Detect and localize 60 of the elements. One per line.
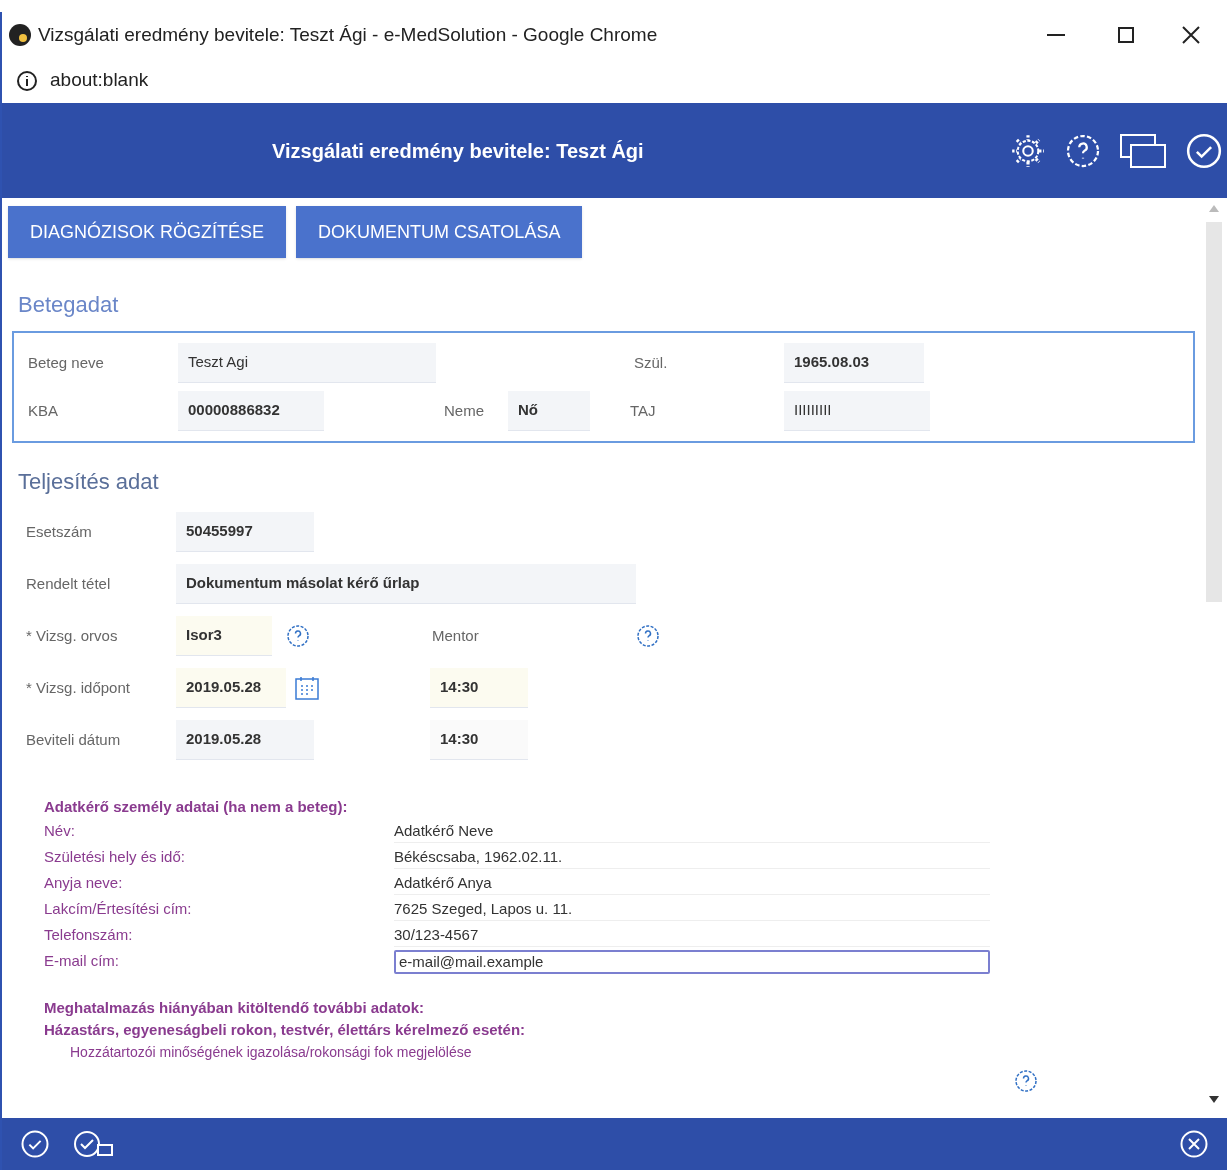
requester-value: Békéscsaba, 1962.02.11. [394, 845, 990, 870]
authorization-subtitle: Házastárs, egyeneságbeli rokon, testvér, élettárs kérelmező esetén: [44, 1020, 527, 1040]
requester-label: Anyja neve: [44, 873, 124, 894]
action-button[interactable]: DOKUMENTUM CSATOLÁSA [296, 206, 583, 258]
field-value[interactable]: Isor3 [176, 616, 272, 656]
info-icon[interactable] [16, 69, 38, 92]
field-label: Beviteli dátum [26, 729, 122, 750]
field-value[interactable]: 14:30 [430, 720, 528, 760]
field-value[interactable]: Nő [508, 391, 590, 431]
browser-logo-icon [8, 23, 32, 47]
help-icon[interactable] [1014, 1068, 1038, 1093]
field-label: Esetszám [26, 521, 93, 542]
field-value[interactable]: Teszt Agi [178, 343, 436, 383]
authorization-note: Hozzátartozói minőségének igazolása/rokonsági fok megjelölése [70, 1042, 473, 1062]
field-label: Szül. [634, 352, 669, 373]
field-value[interactable]: 14:30 [430, 668, 528, 708]
section-title: Teljesítés adat [18, 468, 160, 496]
help-icon[interactable] [636, 624, 660, 648]
field-value[interactable]: 2019.05.28 [176, 668, 286, 708]
field-label: Mentor [432, 625, 480, 646]
requester-value: 7625 Szeged, Lapos u. 11. [394, 897, 990, 922]
close-button[interactable] [1182, 26, 1200, 44]
field-label: * Vizsg. orvos [26, 625, 119, 646]
close-icon[interactable] [1179, 1129, 1209, 1159]
action-button[interactable]: DIAGNÓZISOK RÖGZÍTÉSE [8, 206, 287, 258]
window-title: Vizsgálati eredmény bevitele: Teszt Ági - e-MedSolution - Google Chrome [38, 22, 659, 47]
requester-value: Adatkérő Anya [394, 871, 990, 896]
field-value[interactable]: 2019.05.28 [176, 720, 314, 760]
field-label: * Vizsg. időpont [26, 677, 131, 698]
field-label: TAJ [630, 400, 657, 421]
field-label: Beteg neve [28, 352, 105, 373]
section-title: Betegadat [18, 291, 120, 319]
requester-title: Adatkérő személy adatai (ha nem a beteg): [44, 797, 349, 817]
requester-label: Születési hely és idő: [44, 847, 186, 868]
field-label: Rendelt tétel [26, 573, 112, 594]
requester-label: Telefonszám: [44, 925, 134, 946]
authorization-title: Meghatalmazás hiányában kitöltendő további adatok: [44, 997, 426, 1018]
field-value[interactable]: Dokumentum másolat kérő űrlap [176, 564, 636, 604]
field-label: Neme [444, 400, 485, 421]
requester-value: 30/123-4567 [394, 923, 990, 948]
header-title: Vizsgálati eredmény bevitele: Teszt Ági [272, 138, 645, 164]
requester-label: Név: [44, 821, 76, 842]
field-value[interactable]: 00000886832 [178, 391, 324, 431]
field-value[interactable]: 50455997 [176, 512, 314, 552]
help-icon[interactable] [1065, 132, 1101, 169]
help-icon[interactable] [286, 624, 310, 648]
address-bar[interactable]: about:blank [50, 66, 149, 95]
field-label: KBA [28, 400, 59, 421]
email-field[interactable]: e-mail@mail.example [394, 949, 990, 974]
windows-icon[interactable] [1119, 132, 1167, 169]
requester-label: E-mail cím: [44, 951, 120, 972]
confirm-attach-icon[interactable] [72, 1129, 116, 1159]
requester-label: Lakcím/Értesítési cím: [44, 899, 193, 920]
scroll-down-icon[interactable] [1209, 1096, 1219, 1104]
confirm-icon[interactable] [1185, 131, 1223, 170]
field-value[interactable]: IIIIIIIII [784, 391, 930, 431]
calendar-icon[interactable] [294, 675, 320, 701]
requester-value: Adatkérő Neve [394, 819, 990, 844]
field-value[interactable]: 1965.08.03 [784, 343, 924, 383]
confirm-icon[interactable] [20, 1129, 50, 1159]
